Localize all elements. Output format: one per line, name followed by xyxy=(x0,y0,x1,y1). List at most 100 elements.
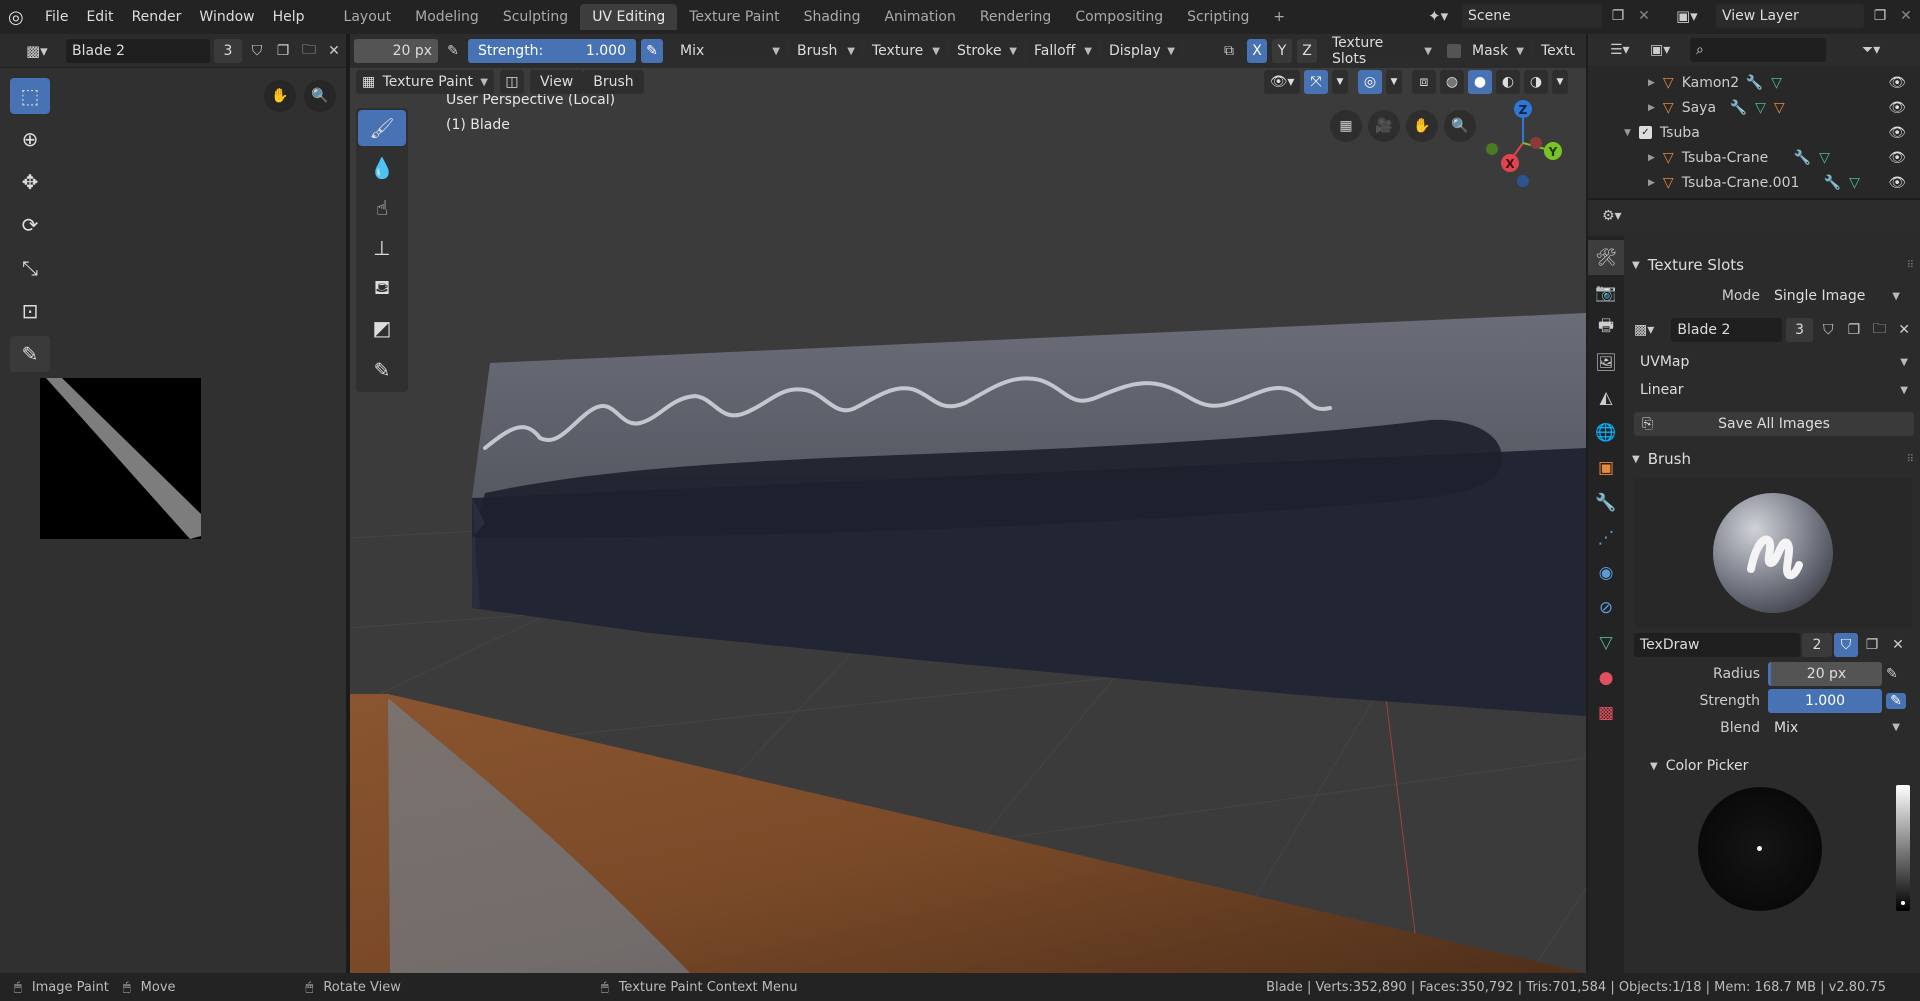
mirror-x-toggle[interactable]: X xyxy=(1247,39,1267,63)
menu-edit[interactable]: Edit xyxy=(77,9,122,25)
wireframe-shading-icon[interactable]: ◍ xyxy=(1440,70,1464,94)
image-browse-icon[interactable]: ▩▾ xyxy=(1634,322,1667,338)
mode-dropdown[interactable]: ▦ Texture Paint ▼ xyxy=(356,70,494,94)
tab-view-layer[interactable]: 🖼 xyxy=(1588,345,1624,380)
tab-constraints[interactable]: ⊘ xyxy=(1588,590,1624,625)
tab-animation[interactable]: Animation xyxy=(872,4,967,30)
drag-handle-icon[interactable]: ⠿ xyxy=(1907,260,1914,271)
expand-arrow-icon[interactable]: ▶ xyxy=(1648,78,1655,88)
save-all-images-button[interactable]: ⎘ Save All Images xyxy=(1634,412,1914,436)
visibility-eye-icon[interactable]: 👁 xyxy=(1888,75,1906,91)
blender-logo-icon[interactable]: ◎ xyxy=(8,7,36,28)
brush-preview[interactable] xyxy=(1634,478,1912,628)
move-tool[interactable]: ✥ xyxy=(10,164,50,200)
slot-image-users[interactable]: 3 xyxy=(1785,318,1814,342)
tab-compositing[interactable]: Compositing xyxy=(1063,4,1175,30)
fill-tool[interactable]: ⛾ xyxy=(358,270,406,306)
menu-file[interactable]: File xyxy=(36,9,77,25)
mesh-data-icon[interactable]: ▽ xyxy=(1849,175,1860,191)
material-shading-icon[interactable]: ◐ xyxy=(1496,70,1520,94)
open-image-icon[interactable]: 🗀 xyxy=(298,39,320,63)
tab-layout[interactable]: Layout xyxy=(332,4,404,30)
texture-slots-panel-header[interactable]: ▼ Texture Slots ⠿ xyxy=(1628,250,1914,280)
mesh-data-icon[interactable]: ▽ xyxy=(1819,150,1830,166)
tab-texture-paint[interactable]: Texture Paint xyxy=(677,4,791,30)
clone-tool[interactable]: ⊥ xyxy=(358,230,406,266)
new-image-icon[interactable]: ❐ xyxy=(1843,322,1865,338)
remove-view-layer-icon[interactable]: ✕ xyxy=(1896,8,1916,24)
visibility-eye-icon[interactable]: 👁 xyxy=(1888,150,1906,166)
strength-slider[interactable]: Strength: 1.000 xyxy=(468,39,636,63)
texture-menu[interactable]: Texture ▼ xyxy=(866,39,946,63)
3d-viewport[interactable]: 🖌 💧 ☝ ⊥ ⛾ ◩ ✎ User Perspective (Local) (… xyxy=(350,68,1586,973)
soften-tool[interactable]: 💧 xyxy=(358,150,406,186)
editor-type-icon[interactable]: ▩▾ xyxy=(26,42,62,60)
unlink-image-icon[interactable]: ✕ xyxy=(324,43,344,59)
falloff-menu[interactable]: Falloff ▼ xyxy=(1028,39,1098,63)
pressure-icon[interactable]: ✎ xyxy=(1886,666,1898,682)
tab-world[interactable]: 🌐 xyxy=(1588,415,1624,450)
radius-field[interactable]: 20 px xyxy=(354,39,438,63)
list-item[interactable]: ▼ ✓ Tsuba 👁 xyxy=(1588,120,1920,145)
list-item[interactable]: ▶ ▽ Tsuba-Crane 🔧 ▽ 👁 xyxy=(1588,145,1920,170)
neg-x-handle[interactable] xyxy=(1530,137,1542,149)
smear-tool[interactable]: ☝ xyxy=(358,190,406,226)
mirror-z-toggle[interactable]: Z xyxy=(1297,39,1317,63)
mask-tool[interactable]: ◩ xyxy=(358,310,406,346)
outliner-search-input[interactable]: ⌕ xyxy=(1690,38,1826,62)
modifier-wrench-icon[interactable]: 🔧 xyxy=(1730,100,1747,116)
texture-options-menu[interactable]: Texture xyxy=(1535,39,1575,63)
mirror-y-toggle[interactable]: Y xyxy=(1272,39,1292,63)
fake-user-shield-icon[interactable]: ⛉ xyxy=(1817,322,1839,338)
solid-shading-icon[interactable]: ● xyxy=(1468,70,1492,94)
pan-hand-icon[interactable]: ✋ xyxy=(264,80,296,112)
menu-render[interactable]: Render xyxy=(123,9,191,25)
strength-slider-props[interactable]: 1.000 xyxy=(1768,688,1882,713)
tab-material[interactable]: ● xyxy=(1588,660,1624,695)
cursor-tool[interactable]: ⊕ xyxy=(10,121,50,157)
gizmo-options-icon[interactable]: ▼ xyxy=(1332,70,1348,94)
fake-user-shield-icon[interactable]: ⛉ xyxy=(1834,633,1858,657)
mode-dropdown-props[interactable]: Single Image ▼ xyxy=(1768,284,1906,308)
view-layer-icon[interactable]: ▣▾ xyxy=(1676,7,1712,25)
open-image-icon[interactable]: 🗀 xyxy=(1869,318,1891,342)
xray-toggle-icon[interactable]: ⧈ xyxy=(1412,70,1436,94)
strength-pressure-icon[interactable]: ✎ xyxy=(641,39,663,63)
color-picker-subpanel-header[interactable]: ▼ Color Picker xyxy=(1628,751,1914,781)
list-item[interactable]: ▶ ▽ Kamon2 🔧 ▽ 👁 xyxy=(1588,70,1920,95)
add-workspace-button[interactable]: + xyxy=(1261,4,1297,30)
paint-mask-toggle[interactable]: ◫ xyxy=(500,70,524,94)
image-name-field[interactable]: Blade 2 xyxy=(66,38,210,63)
copy-view-layer-icon[interactable]: ❐ xyxy=(1868,8,1892,24)
outliner-editor-icon[interactable]: ☰▾ xyxy=(1610,42,1644,58)
visibility-eye-icon[interactable]: 👁 xyxy=(1888,175,1906,191)
mirror-icon[interactable]: ⧉ xyxy=(1216,43,1242,59)
tab-modifiers[interactable]: 🔧 xyxy=(1588,485,1624,520)
shading-options-icon[interactable]: ▼ xyxy=(1552,70,1568,94)
color-wheel[interactable] xyxy=(1698,787,1822,911)
tab-shading[interactable]: Shading xyxy=(792,4,873,30)
tab-output[interactable]: 🖶 xyxy=(1588,310,1624,345)
expand-arrow-icon[interactable]: ▶ xyxy=(1648,178,1655,188)
filter-icon[interactable]: ⏷▾ xyxy=(1862,42,1880,58)
image-users[interactable]: 3 xyxy=(214,38,242,63)
camera-icon[interactable]: 🎥 xyxy=(1368,110,1400,142)
tab-object[interactable]: ▣ xyxy=(1588,450,1624,485)
texture-slots-menu[interactable]: Texture Slots ▼ xyxy=(1326,35,1438,67)
tab-physics[interactable]: ◉ xyxy=(1588,555,1624,590)
expand-arrow-icon[interactable]: ▶ xyxy=(1648,153,1655,163)
menu-window[interactable]: Window xyxy=(190,9,263,25)
tab-modeling[interactable]: Modeling xyxy=(403,4,491,30)
collapse-arrow-icon[interactable]: ▼ xyxy=(1624,128,1631,138)
tab-texture[interactable]: ▩ xyxy=(1588,695,1624,730)
view-menu[interactable]: View xyxy=(530,70,584,94)
new-brush-icon[interactable]: ❐ xyxy=(1860,637,1884,653)
pressure-icon[interactable]: ✎ xyxy=(1886,692,1906,709)
tab-tool[interactable]: 🛠 xyxy=(1588,240,1624,275)
visibility-eye-icon[interactable]: 👁 xyxy=(1888,100,1906,116)
draw-brush-tool[interactable]: 🖌 xyxy=(358,110,406,146)
modifier-wrench-icon[interactable]: 🔧 xyxy=(1824,175,1841,191)
collection-checkbox[interactable]: ✓ xyxy=(1638,126,1652,139)
tab-particles[interactable]: ⋰ xyxy=(1588,520,1624,555)
view-layer-field[interactable]: View Layer xyxy=(1716,4,1864,28)
